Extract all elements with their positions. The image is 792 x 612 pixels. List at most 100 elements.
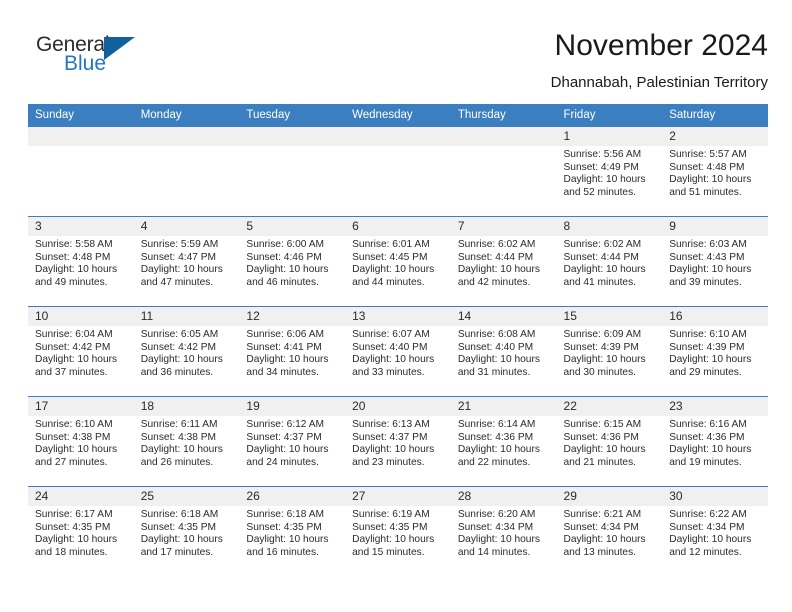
- calendar-day-cell[interactable]: 4 Sunrise: 5:59 AM Sunset: 4:47 PM Daylight…: [133, 216, 240, 307]
- day-details: Sunrise: 6:15 AM Sunset: 4:36 PM Daylight:…: [557, 416, 663, 469]
- calendar-day-cell[interactable]: 25 Sunrise: 6:18 AM Sunset: 4:35 PM Dayligh…: [133, 486, 240, 576]
- day-number: 11: [133, 307, 240, 326]
- day-details: Sunrise: 6:10 AM Sunset: 4:39 PM Daylight:…: [662, 326, 768, 379]
- calendar-day-cell[interactable]: 18 Sunrise: 6:11 AM Sunset: 4:38 PM Dayligh…: [133, 396, 240, 487]
- day-details: Sunrise: 6:06 AM Sunset: 4:41 PM Daylight:…: [239, 326, 345, 379]
- day-details: Sunrise: 6:08 AM Sunset: 4:40 PM Daylight:…: [451, 326, 557, 379]
- calendar-day-cell[interactable]: 24 Sunrise: 6:17 AM Sunset: 4:35 PM Dayligh…: [28, 486, 134, 576]
- day-number: 23: [662, 397, 768, 416]
- sunrise-time: Sunrise: 6:00 AM: [246, 239, 324, 250]
- day-details: Sunrise: 6:03 AM Sunset: 4:43 PM Daylight:…: [662, 236, 768, 289]
- sunrise-sunset-calendar: Sunday Monday Tuesday Wednesday Thursday…: [28, 104, 768, 576]
- sunrise-time: Sunrise: 6:10 AM: [35, 419, 113, 430]
- sunrise-time: Sunrise: 6:01 AM: [352, 239, 430, 250]
- day-number: 10: [28, 307, 134, 326]
- sunset-time: Sunset: 4:42 PM: [35, 341, 111, 353]
- day-cell-inner: 18 Sunrise: 6:11 AM Sunset: 4:38 PM Dayligh…: [133, 397, 240, 486]
- calendar-day-cell[interactable]: 5 Sunrise: 6:00 AM Sunset: 4:46 PM Daylight…: [239, 216, 346, 307]
- sunset-time: Sunset: 4:35 PM: [352, 521, 428, 533]
- daylight-duration-line-2: and 15 minutes.: [352, 546, 425, 558]
- daylight-duration-line-1: Daylight: 10 hours: [457, 534, 540, 546]
- sunset-time: Sunset: 4:36 PM: [457, 431, 534, 443]
- weekday-header-friday: Friday: [556, 104, 663, 127]
- calendar-day-cell[interactable]: 29 Sunrise: 6:21 AM Sunset: 4:34 PM Dayligh…: [556, 486, 663, 576]
- calendar-day-cell[interactable]: 22 Sunrise: 6:15 AM Sunset: 4:36 PM Dayligh…: [556, 396, 663, 487]
- sunset-time: Sunset: 4:38 PM: [140, 431, 217, 443]
- calendar-day-cell[interactable]: 2 Sunrise: 5:57 AM Sunset: 4:48 PM Daylight…: [662, 127, 768, 217]
- sunset-time: Sunset: 4:49 PM: [563, 161, 639, 173]
- day-cell-inner: 6 Sunrise: 6:01 AM Sunset: 4:45 PM Daylight…: [345, 217, 451, 306]
- calendar-day-cell[interactable]: 7 Sunrise: 6:02 AM Sunset: 4:44 PM Daylight…: [450, 216, 557, 307]
- calendar-day-cell[interactable]: 8 Sunrise: 6:02 AM Sunset: 4:44 PM Daylight…: [556, 216, 663, 307]
- calendar-day-cell[interactable]: 6 Sunrise: 6:01 AM Sunset: 4:45 PM Daylight…: [345, 216, 451, 307]
- day-details: Sunrise: 6:01 AM Sunset: 4:45 PM Daylight:…: [345, 236, 451, 289]
- day-number: 18: [133, 397, 240, 416]
- calendar-day-cell[interactable]: 17 Sunrise: 6:10 AM Sunset: 4:38 PM Dayligh…: [28, 396, 134, 487]
- daylight-duration-line-2: and 14 minutes.: [457, 546, 531, 558]
- sunrise-time: Sunrise: 6:19 AM: [352, 509, 430, 520]
- day-number: 16: [662, 307, 768, 326]
- calendar-day-cell[interactable]: 12 Sunrise: 6:06 AM Sunset: 4:41 PM Dayligh…: [239, 306, 346, 397]
- daylight-duration-line-1: Daylight: 10 hours: [669, 264, 752, 276]
- sunrise-time: Sunrise: 6:14 AM: [457, 419, 536, 430]
- sunrise-time: Sunrise: 6:16 AM: [669, 419, 747, 430]
- day-details: Sunrise: 5:59 AM Sunset: 4:47 PM Daylight:…: [134, 236, 240, 289]
- general-blue-logo: General Blue: [36, 34, 156, 86]
- sunset-time: Sunset: 4:42 PM: [140, 341, 217, 353]
- sunset-time: Sunset: 4:35 PM: [246, 521, 322, 533]
- daylight-duration-line-1: Daylight: 10 hours: [140, 354, 223, 366]
- daylight-duration-line-1: Daylight: 10 hours: [669, 444, 752, 456]
- calendar-day-cell[interactable]: 23 Sunrise: 6:16 AM Sunset: 4:36 PM Dayligh…: [662, 396, 768, 487]
- calendar-day-cell[interactable]: 20 Sunrise: 6:13 AM Sunset: 4:37 PM Dayligh…: [345, 396, 451, 487]
- calendar-day-cell[interactable]: 27 Sunrise: 6:19 AM Sunset: 4:35 PM Dayligh…: [345, 486, 451, 576]
- calendar-day-cell[interactable]: 16 Sunrise: 6:10 AM Sunset: 4:39 PM Dayligh…: [662, 306, 768, 397]
- day-number: 12: [239, 307, 346, 326]
- daylight-duration-line-2: and 29 minutes.: [669, 366, 742, 378]
- daylight-duration-line-1: Daylight: 10 hours: [563, 534, 646, 546]
- day-cell-inner: 8 Sunrise: 6:02 AM Sunset: 4:44 PM Daylight…: [556, 217, 663, 306]
- daylight-duration-line-1: Daylight: 10 hours: [352, 354, 435, 366]
- calendar-day-cell[interactable]: 30 Sunrise: 6:22 AM Sunset: 4:34 PM Dayligh…: [662, 486, 768, 576]
- calendar-week-row: 17 Sunrise: 6:10 AM Sunset: 4:38 PM Dayligh…: [28, 396, 768, 487]
- day-details: Sunrise: 6:18 AM Sunset: 4:35 PM Daylight:…: [134, 506, 240, 559]
- page-header: General Blue November 2024 Dhannabah, Pa…: [28, 28, 768, 98]
- calendar-day-cell[interactable]: 28 Sunrise: 6:20 AM Sunset: 4:34 PM Dayligh…: [450, 486, 557, 576]
- sunrise-time: Sunrise: 6:04 AM: [35, 329, 113, 340]
- sunset-time: Sunset: 4:37 PM: [246, 431, 322, 443]
- sunrise-time: Sunrise: 6:08 AM: [457, 329, 536, 340]
- daylight-duration-line-1: Daylight: 10 hours: [246, 354, 329, 366]
- calendar-day-cell[interactable]: 9 Sunrise: 6:03 AM Sunset: 4:43 PM Daylight…: [662, 216, 768, 307]
- day-number: [239, 127, 346, 146]
- day-details: Sunrise: 6:18 AM Sunset: 4:35 PM Daylight:…: [239, 506, 345, 559]
- calendar-day-cell[interactable]: 3 Sunrise: 5:58 AM Sunset: 4:48 PM Daylight…: [28, 216, 134, 307]
- daylight-duration-line-2: and 41 minutes.: [563, 276, 637, 288]
- day-details: Sunrise: 6:10 AM Sunset: 4:38 PM Daylight:…: [28, 416, 134, 469]
- calendar-day-cell[interactable]: 15 Sunrise: 6:09 AM Sunset: 4:39 PM Dayligh…: [556, 306, 663, 397]
- calendar-week-row: 1 Sunrise: 5:56 AM Sunset: 4:49 PM Daylight…: [28, 127, 768, 217]
- calendar-week-row: 10 Sunrise: 6:04 AM Sunset: 4:42 PM Dayligh…: [28, 306, 768, 397]
- calendar-day-cell[interactable]: 13 Sunrise: 6:07 AM Sunset: 4:40 PM Dayligh…: [345, 306, 451, 397]
- calendar-day-cell[interactable]: 14 Sunrise: 6:08 AM Sunset: 4:40 PM Dayligh…: [450, 306, 557, 397]
- day-number: 13: [345, 307, 451, 326]
- day-cell-inner: 3 Sunrise: 5:58 AM Sunset: 4:48 PM Daylight…: [28, 217, 134, 306]
- day-number: 24: [28, 487, 134, 506]
- calendar-day-cell[interactable]: 11 Sunrise: 6:05 AM Sunset: 4:42 PM Dayligh…: [133, 306, 240, 397]
- daylight-duration-line-2: and 44 minutes.: [352, 276, 425, 288]
- daylight-duration-line-2: and 27 minutes.: [35, 456, 108, 468]
- calendar-day-cell[interactable]: 26 Sunrise: 6:18 AM Sunset: 4:35 PM Dayligh…: [239, 486, 346, 576]
- calendar-day-cell[interactable]: 21 Sunrise: 6:14 AM Sunset: 4:36 PM Dayligh…: [450, 396, 557, 487]
- daylight-duration-line-1: Daylight: 10 hours: [669, 534, 752, 546]
- day-cell-inner: 15 Sunrise: 6:09 AM Sunset: 4:39 PM Dayligh…: [556, 307, 663, 396]
- calendar-day-cell[interactable]: 10 Sunrise: 6:04 AM Sunset: 4:42 PM Dayligh…: [28, 306, 134, 397]
- calendar-day-cell[interactable]: 1 Sunrise: 5:56 AM Sunset: 4:49 PM Daylight…: [556, 127, 663, 217]
- day-number: 27: [345, 487, 451, 506]
- day-number: 22: [556, 397, 663, 416]
- day-cell-inner: 16 Sunrise: 6:10 AM Sunset: 4:39 PM Dayligh…: [662, 307, 768, 396]
- calendar-day-cell[interactable]: 19 Sunrise: 6:12 AM Sunset: 4:37 PM Dayligh…: [239, 396, 346, 487]
- sunset-time: Sunset: 4:46 PM: [246, 251, 322, 263]
- daylight-duration-line-2: and 22 minutes.: [457, 456, 531, 468]
- logo-text-blue: Blue: [64, 52, 107, 75]
- calendar-week-row: 24 Sunrise: 6:17 AM Sunset: 4:35 PM Dayligh…: [28, 486, 768, 576]
- day-number: 20: [345, 397, 451, 416]
- daylight-duration-line-1: Daylight: 10 hours: [140, 444, 223, 456]
